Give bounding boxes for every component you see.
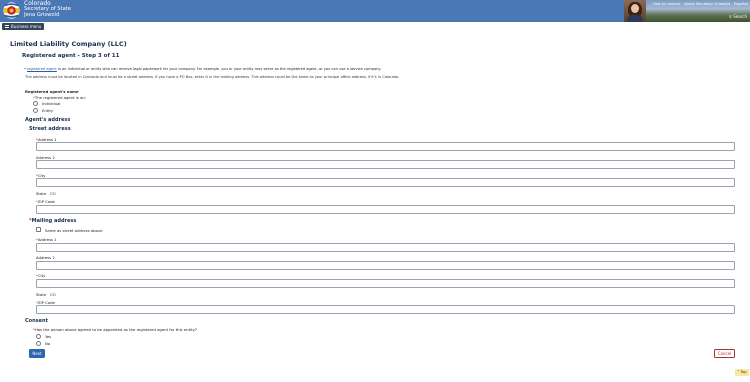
agent-address-heading: Agent's address (25, 117, 71, 123)
cancel-button[interactable]: Cancel (714, 349, 735, 358)
street-zip-label-text: ZIP Code (37, 199, 55, 204)
street-state-label: State (36, 191, 47, 196)
street-state-value: CO (50, 191, 56, 196)
street-address2-input[interactable] (36, 160, 735, 169)
agent-type-question-text: The registered agent is an: (34, 95, 87, 100)
search-icon: ⚲ (729, 14, 732, 19)
consent-no-label: No (45, 341, 51, 346)
mailing-address-heading-text: Mailing address (31, 218, 77, 224)
sub-bar (0, 22, 750, 30)
same-as-street-checkbox[interactable] (36, 227, 41, 232)
mailing-city-label: *City (36, 273, 46, 278)
agent-definition: • registered agent is an individual or e… (24, 67, 382, 71)
search-link[interactable]: ⚲ Search (729, 14, 747, 19)
street-address1-input[interactable] (36, 142, 735, 151)
page-title: Limited Liability Company (LLC) (10, 40, 127, 48)
address-note: The address must be located in Colorado … (25, 75, 400, 79)
mailing-city-input[interactable] (36, 279, 735, 288)
business-menu-label: Business menu (11, 24, 42, 29)
street-zip-input[interactable] (36, 205, 735, 214)
agent-type-entity-label: Entity (42, 108, 54, 113)
top-link-contact[interactable]: How to contact (653, 2, 680, 6)
back-to-top-button[interactable]: ˄ Top (735, 369, 749, 376)
same-as-street-label: Same as street address above (45, 228, 103, 233)
mailing-address2-label: Address 2 (36, 255, 55, 260)
colorado-logo-icon[interactable] (3, 2, 20, 19)
mailing-address2-input[interactable] (36, 261, 735, 270)
chevron-up-icon: ˄ (737, 370, 740, 374)
mailing-state-value: CO (50, 292, 56, 297)
consent-yes-label: Yes (45, 334, 52, 339)
top-link-espanol[interactable]: Español (734, 2, 748, 6)
agent-type-individual-radio[interactable] (33, 101, 38, 106)
business-menu-button[interactable]: Business menu (2, 23, 45, 30)
agent-definition-text: is an individual or entity who can recei… (56, 67, 382, 71)
registered-agent-link[interactable]: registered agent (27, 67, 57, 71)
street-zip-label: *ZIP Code (36, 199, 55, 204)
consent-yes-radio[interactable] (36, 334, 41, 339)
consent-no-radio[interactable] (36, 341, 41, 346)
secretary-portrait (624, 0, 646, 22)
mailing-address1-label-text: Address 1 (37, 237, 57, 242)
street-city-input[interactable] (36, 178, 735, 187)
mailing-address1-label: *Address 1 (36, 237, 57, 242)
step-title: Registered agent - Step 3 of 11 (22, 53, 120, 59)
agent-type-question: *The registered agent is an: (33, 95, 87, 100)
top-link-about[interactable]: About Secretary Griswold (684, 2, 730, 6)
consent-question-text: Has the person above agreed to be appoin… (34, 327, 197, 332)
consent-question: *Has the person above agreed to be appoi… (33, 327, 197, 332)
top-links: How to contact About Secretary Griswold … (653, 2, 748, 6)
menu-icon (5, 25, 9, 28)
agent-name-heading: Registered agent's name (25, 89, 79, 94)
street-address-heading: Street address (29, 126, 71, 132)
mailing-address-heading: *Mailing address (29, 218, 77, 224)
mailing-state-label: State (36, 292, 47, 297)
mailing-address1-input[interactable] (36, 243, 735, 252)
next-button[interactable]: Next (29, 349, 45, 358)
back-to-top-label: Top (740, 370, 747, 374)
site-header: Colorado Secretary of State Jena Griswol… (0, 0, 750, 22)
mailing-zip-input[interactable] (36, 305, 735, 314)
mailing-city-label-text: City (37, 273, 46, 278)
consent-heading: Consent (25, 318, 48, 324)
agent-type-individual-label: Individual (42, 101, 61, 106)
org-line-3: Jena Griswold (24, 11, 60, 18)
agent-type-entity-radio[interactable] (33, 108, 38, 113)
search-label: Search (733, 14, 747, 19)
org-name[interactable]: Colorado Secretary of State Jena Griswol… (24, 0, 71, 18)
bullet-dot: • (24, 67, 27, 71)
